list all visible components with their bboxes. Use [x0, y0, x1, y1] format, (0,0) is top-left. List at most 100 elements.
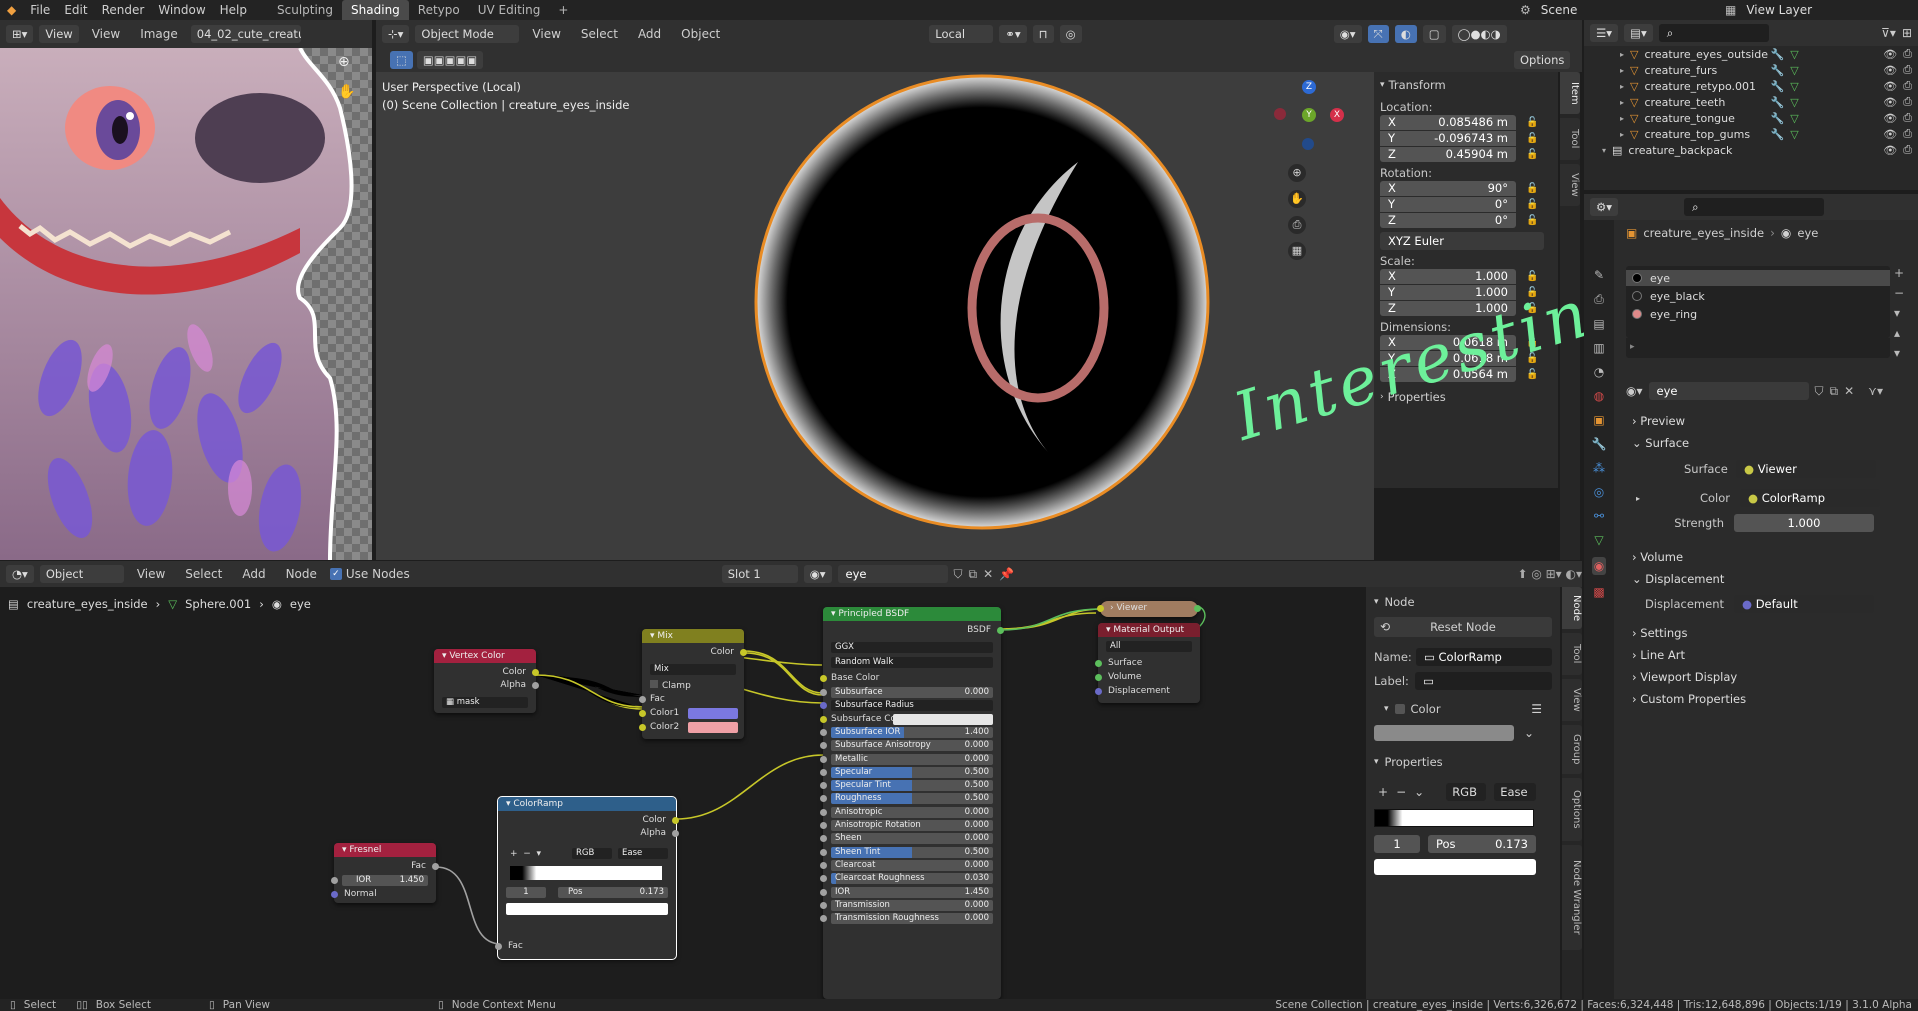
ramp-interp-dropdown[interactable]: Ease [1494, 783, 1537, 801]
visibility-eye-icon[interactable]: 👁 [1883, 96, 1897, 109]
reset-node-button[interactable]: ⟲ Reset Node [1374, 617, 1552, 637]
output-target-dropdown[interactable]: All [1106, 641, 1192, 652]
node-panel-header[interactable]: ▾ Node [1374, 593, 1552, 611]
transform-header[interactable]: ▾ Transform [1380, 76, 1552, 94]
add-workspace-button[interactable]: + [549, 0, 577, 20]
bsdf-input-field[interactable]: Transmission Roughness 0.000 [831, 913, 993, 925]
display-mode-icon[interactable]: ▤▾ [1624, 24, 1653, 42]
mix-blend-dropdown[interactable]: Mix [650, 664, 736, 675]
ramp-pos-field[interactable]: Pos 0.173 [558, 887, 668, 898]
node-name-field[interactable]: ▭ ColorRamp [1416, 648, 1552, 666]
ramp-index-field[interactable]: 1 [506, 887, 546, 898]
expand-icon[interactable]: ▸ [1636, 494, 1640, 503]
fake-user-icon[interactable]: ⛉ [954, 567, 963, 582]
menu-window[interactable]: Window [151, 0, 212, 20]
scale-field-x[interactable]: X 1.000 [1380, 268, 1516, 284]
location-field-y[interactable]: Y -0.096743 m [1380, 130, 1516, 146]
side-tab-item[interactable]: Item [1560, 72, 1580, 114]
bsdf-input-field[interactable]: Metallic 0.000 [831, 753, 993, 765]
vertex-color-alpha-socket[interactable] [532, 682, 539, 689]
bsdf-input-field[interactable]: Transmission 0.000 [831, 899, 993, 911]
add-slot-icon[interactable]: + [1894, 266, 1904, 280]
render-camera-icon[interactable]: ⎙ [1903, 79, 1912, 93]
move-up-icon[interactable]: ▴ [1894, 326, 1904, 340]
side-tab-tool[interactable]: Tool [1560, 118, 1580, 160]
strength-field[interactable]: 1.000 [1734, 514, 1874, 532]
menu-render[interactable]: Render [95, 0, 152, 20]
fresnel-normal-socket[interactable] [331, 891, 338, 898]
color-checkbox[interactable] [1394, 704, 1405, 714]
zoom-icon[interactable]: ⊕ [338, 54, 350, 70]
properties-search[interactable]: ⌕ [1684, 198, 1825, 216]
side-tab-node[interactable]: Node [1562, 587, 1582, 629]
bsdf-input-field[interactable]: Clearcoat Roughness 0.030 [831, 873, 993, 885]
chevron-down-icon[interactable]: ▾ [1384, 704, 1389, 714]
ramp-interp-dropdown[interactable]: Ease [618, 848, 668, 859]
vertex-color-node[interactable]: ▾ Vertex Color Color Alpha ▦ mask [434, 649, 539, 713]
rotation-field-y[interactable]: Y 0° [1380, 196, 1516, 212]
menu-file[interactable]: File [23, 0, 57, 20]
slot-dropdown[interactable]: Slot 1 [721, 565, 798, 583]
particles-tab-icon[interactable]: ⁂ [1593, 461, 1605, 475]
gizmo-neg-x[interactable] [1274, 108, 1286, 120]
use-nodes-checkbox[interactable]: ✓ Use Nodes [329, 567, 410, 581]
pin-icon[interactable]: 📌 [999, 567, 1014, 581]
custom-properties-section[interactable]: › Custom Properties [1624, 688, 1908, 710]
shading-modes-icon[interactable]: ◯●◐◑ [1451, 25, 1507, 43]
lock-icon[interactable]: 🔓 [1526, 369, 1538, 380]
ramp-add-icon[interactable]: + [1378, 785, 1388, 799]
gizmo-icon[interactable]: ⤧ [1367, 25, 1389, 43]
filter-icon[interactable]: ⊽▾ [1881, 26, 1896, 40]
bsdf-input-field[interactable]: Subsurface IOR 1.400 [831, 726, 993, 738]
constraints-tab-icon[interactable]: ⚯ [1594, 509, 1604, 523]
line-art-section[interactable]: › Line Art [1624, 644, 1908, 666]
expand-icon[interactable]: ▸ [1620, 114, 1624, 123]
zoom-icon[interactable]: ⊕ [1288, 164, 1306, 182]
slots-list-footer[interactable]: ▸ [1626, 338, 1890, 358]
vertex-color-layer-field[interactable]: ▦ mask [442, 697, 528, 708]
principled-bsdf-node[interactable]: ▾ Principled BSDF BSDF GGX Random Walk B… [820, 607, 1004, 999]
render-camera-icon[interactable]: ⎙ [1903, 63, 1912, 77]
gizmo-z[interactable]: Z [1302, 80, 1316, 94]
bsdf-input-socket[interactable] [820, 782, 827, 790]
outliner-item[interactable]: ▸ ▽ creature_furs 🔧 ▽ 👁 ⎙ [1584, 62, 1918, 78]
node-menu-add[interactable]: Add [235, 564, 272, 584]
viewport-menu-select[interactable]: Select [574, 24, 625, 44]
output-displacement-socket[interactable] [1095, 688, 1102, 695]
visibility-eye-icon[interactable]: 👁 [1883, 144, 1897, 157]
pivot-icon[interactable]: ⚭▾ [999, 25, 1027, 43]
node-tree-icon[interactable]: ⋎▾ [1868, 384, 1883, 398]
select-tool-icon[interactable]: ⬚ [390, 51, 413, 69]
ramp-menu-icon[interactable]: ⌄ [1414, 785, 1424, 799]
bsdf-input-socket[interactable] [820, 822, 827, 829]
bsdf-input-field[interactable]: Anisotropic Rotation 0.000 [831, 820, 993, 831]
fresnel-fac-socket[interactable] [432, 863, 439, 870]
editor-type-icon[interactable]: ⊞▾ [6, 25, 34, 43]
bsdf-input-socket[interactable] [820, 808, 827, 816]
bsdf-input-socket[interactable] [820, 915, 827, 923]
visibility-eye-icon[interactable]: 👁 [1883, 128, 1897, 141]
rotation-field-x[interactable]: X 90° [1380, 180, 1516, 196]
distribution-dropdown[interactable]: GGX [831, 642, 993, 653]
lock-icon[interactable]: 🔓 [1526, 183, 1538, 194]
material-slot[interactable]: eye_black [1626, 288, 1890, 304]
material-browse-icon[interactable]: ◉▾ [803, 565, 832, 583]
image-menu-view[interactable]: View [85, 24, 127, 44]
remove-slot-icon[interactable]: − [1894, 286, 1904, 300]
lock-icon[interactable]: 🔓 [1526, 117, 1538, 128]
colorramp-fac-socket[interactable] [495, 943, 502, 950]
colorramp-alpha-socket[interactable] [672, 830, 679, 837]
render-camera-icon[interactable]: ⎙ [1903, 143, 1912, 157]
proportional-icon[interactable]: ◎ [1059, 25, 1082, 43]
ramp-stop-color[interactable] [506, 903, 668, 915]
overlay-icon[interactable]: ◐ [1394, 25, 1417, 43]
fake-user-icon[interactable]: ⛉ [1815, 384, 1824, 399]
lock-icon[interactable]: 🔓 [1526, 215, 1538, 226]
visibility-icon[interactable]: ◉▾ [1333, 25, 1362, 43]
side-tab-view[interactable]: View [1560, 164, 1580, 206]
mix-color1-swatch[interactable] [688, 708, 738, 719]
gizmo-neg-z[interactable] [1302, 138, 1314, 150]
viewport-menu-object[interactable]: Object [674, 24, 727, 44]
bsdf-input-field[interactable]: IOR 1.450 [831, 886, 993, 898]
render-tab-icon[interactable]: ⎙ [1594, 292, 1604, 307]
